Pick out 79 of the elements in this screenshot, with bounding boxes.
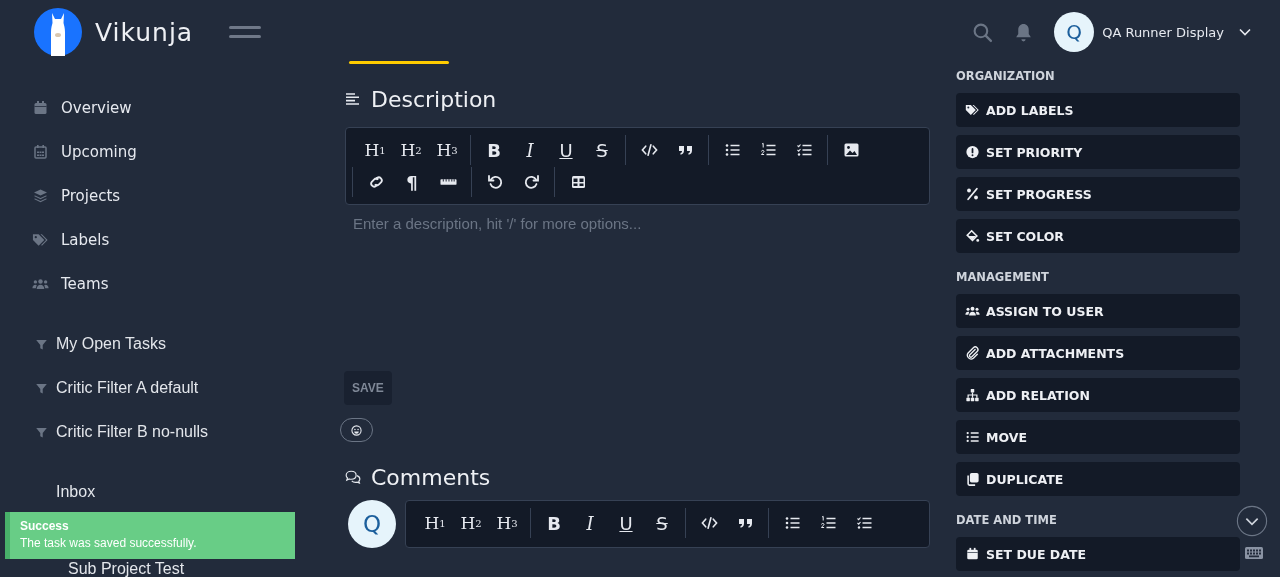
underline-button[interactable]: U — [608, 509, 644, 537]
paragraph-button[interactable]: ¶ — [394, 168, 430, 196]
action-button[interactable]: SET DUE DATE — [956, 537, 1240, 571]
keyboard-icon[interactable] — [1245, 547, 1263, 559]
nav-link[interactable]: Teams — [32, 262, 300, 306]
numbered-list-icon — [819, 515, 837, 531]
underline-button[interactable]: U — [548, 136, 584, 164]
nav-link[interactable]: Upcoming — [32, 130, 300, 174]
table-icon — [569, 174, 587, 190]
nav-link[interactable]: Overview — [32, 86, 300, 130]
calendar-icon — [965, 547, 980, 561]
hierarchy-icon — [965, 388, 980, 402]
checklist-icon — [795, 142, 813, 158]
nav-link[interactable]: Projects — [32, 174, 300, 218]
redo-icon — [522, 174, 540, 190]
smiley-icon — [351, 424, 362, 436]
scroll-down-button[interactable] — [1236, 505, 1268, 537]
filter-icon — [35, 381, 48, 395]
italic-button[interactable]: I — [512, 136, 548, 164]
saved-filter-link[interactable]: My Open Tasks — [35, 322, 300, 366]
checklist-icon — [855, 515, 873, 531]
filter-icon — [35, 337, 48, 351]
list-icon — [783, 515, 801, 531]
llama-logo-icon[interactable] — [34, 8, 82, 56]
action-button[interactable]: SET COLOR — [956, 219, 1240, 253]
toast-title: Success — [20, 519, 70, 533]
align-left-icon — [345, 91, 361, 107]
action-button[interactable]: DUPLICATE — [956, 462, 1240, 496]
section-heading: Description — [371, 86, 497, 112]
layers-icon — [32, 188, 49, 204]
percent-icon — [965, 187, 980, 201]
users-icon — [32, 276, 49, 292]
project-link[interactable]: Sub Project Test — [56, 560, 300, 577]
section-label: MANAGEMENT — [956, 270, 1050, 284]
undo-icon — [486, 174, 504, 190]
toast-message: The task was saved successfully. — [20, 536, 198, 550]
strike-button[interactable]: S — [584, 136, 620, 164]
section-label: ORGANIZATION — [956, 69, 1056, 83]
action-button[interactable]: SET PROGRESS — [956, 177, 1240, 211]
action-button[interactable]: ASSIGN TO USER — [956, 294, 1240, 328]
calendar-icon — [32, 100, 49, 116]
code-icon — [640, 142, 658, 158]
saved-filter-link[interactable]: Critic Filter B no-nulls — [35, 410, 300, 454]
user-name[interactable]: QA Runner Display — [1102, 24, 1224, 40]
section-label: DATE AND TIME — [956, 513, 1058, 527]
user-avatar[interactable]: Q — [1054, 12, 1095, 52]
section-heading: Comments — [371, 464, 491, 490]
list-icon — [723, 142, 741, 158]
tags-icon — [965, 103, 980, 117]
code-icon — [700, 515, 718, 531]
action-button[interactable]: SET PRIORITY — [956, 135, 1240, 169]
action-button[interactable]: ADD ATTACHMENTS — [956, 336, 1240, 370]
action-button[interactable]: ADD LABELS — [956, 93, 1240, 127]
users-icon — [965, 304, 980, 318]
search-icon[interactable] — [972, 21, 994, 43]
saved-filter-link[interactable]: Critic Filter A default — [35, 366, 300, 410]
action-button[interactable]: MOVE — [956, 420, 1240, 454]
italic-button[interactable]: I — [572, 509, 608, 537]
exclamation-icon — [965, 145, 980, 159]
paint-bucket-icon — [965, 229, 980, 243]
link-icon — [367, 174, 385, 190]
user-avatar: Q — [348, 500, 396, 548]
strike-button[interactable]: S — [644, 509, 680, 537]
nav-link[interactable]: Labels — [32, 218, 300, 262]
list-icon — [965, 430, 980, 444]
calendar-icon — [32, 144, 49, 160]
save-button[interactable]: SAVE — [344, 371, 392, 405]
project-link[interactable]: Inbox — [56, 470, 300, 514]
filter-icon — [35, 425, 48, 439]
tags-icon — [32, 232, 49, 248]
paperclip-icon — [965, 346, 980, 360]
action-button[interactable]: ADD RELATION — [956, 378, 1240, 412]
bold-button[interactable]: B — [536, 509, 572, 537]
copy-icon — [965, 472, 980, 486]
bold-button[interactable]: B — [476, 136, 512, 164]
numbered-list-icon — [759, 142, 777, 158]
comments-icon — [345, 469, 361, 485]
app-name: Vikunja — [95, 17, 194, 47]
image-icon — [842, 142, 860, 158]
